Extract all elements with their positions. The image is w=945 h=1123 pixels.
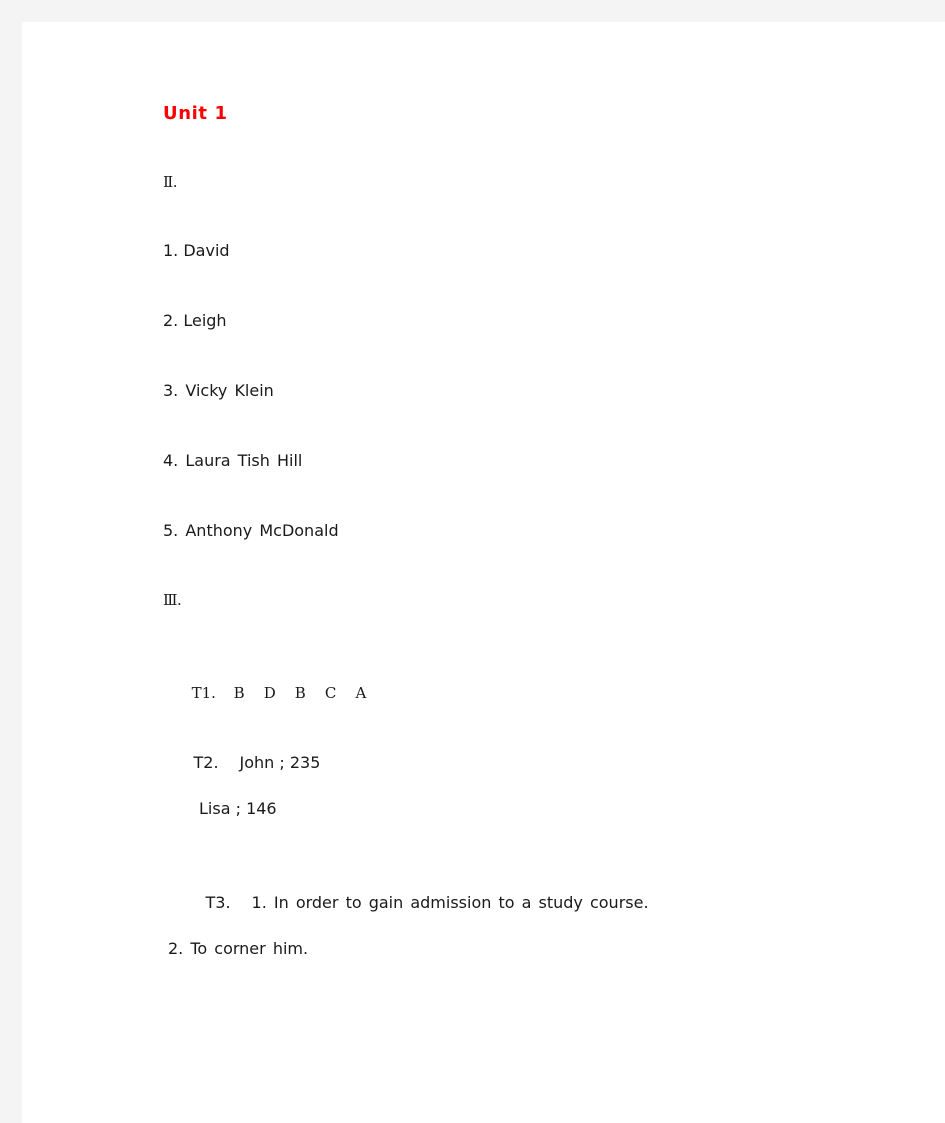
list-item: 2. Leigh xyxy=(163,311,227,330)
section-marker-two: Ⅱ. xyxy=(163,173,177,191)
task-label-t2: T2. xyxy=(193,753,219,772)
task-answer-t2-line2: Lisa ; 146 xyxy=(199,799,277,818)
task-answer-t3-line1: 1. In order to gain admission to a study… xyxy=(251,893,649,912)
page-title: Unit 1 xyxy=(163,103,228,124)
list-item: 3. Vicky Klein xyxy=(163,381,274,400)
task-answer-t3-line2: 2. To corner him. xyxy=(168,939,309,958)
task-answers-t1: B D B C A xyxy=(233,684,367,702)
task-answer-t2-line1: John ; 235 xyxy=(239,753,321,772)
document-content: Unit 1 Ⅱ. 1. David 2. Leigh 3. Vicky Kle… xyxy=(163,102,903,961)
task-label-t1: T1. xyxy=(191,684,216,702)
task-label-t3: T3. xyxy=(205,893,231,912)
section-marker-three: Ⅲ. xyxy=(163,591,182,609)
document-page: Unit 1 Ⅱ. 1. David 2. Leigh 3. Vicky Kle… xyxy=(22,22,945,1123)
list-item: 4. Laura Tish Hill xyxy=(163,451,303,470)
list-item: 5. Anthony McDonald xyxy=(163,521,339,540)
task-row-t2: T2. John ; 235 xyxy=(163,727,903,772)
task-row-t1: T1. B D B C A xyxy=(163,657,903,702)
task-row-t3: T3. 1. In order to gain admission to a st… xyxy=(163,867,903,912)
list-item: 1. David xyxy=(163,241,230,260)
